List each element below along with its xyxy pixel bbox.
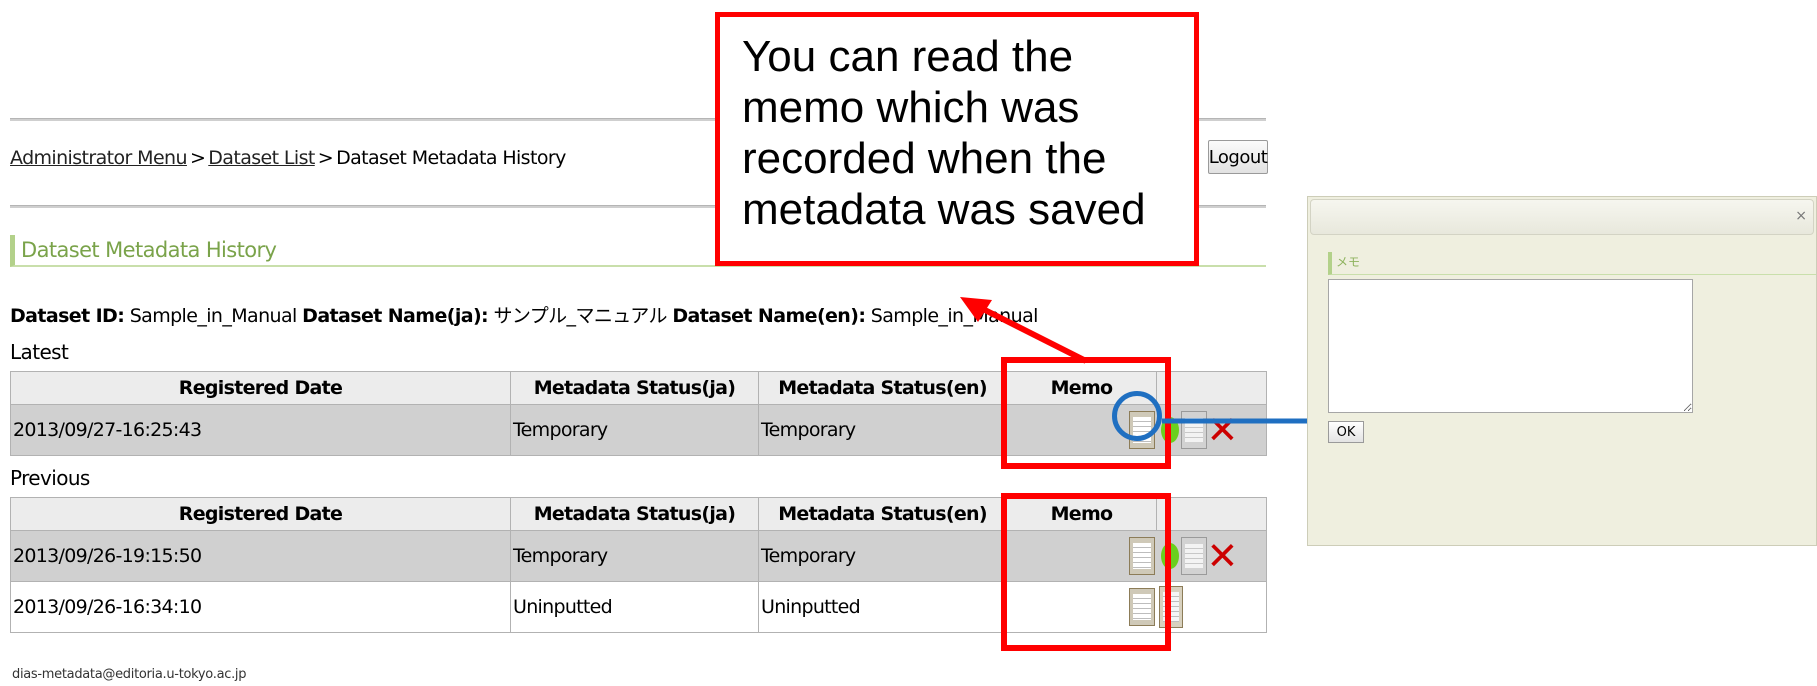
ok-button[interactable]: OK: [1328, 421, 1364, 443]
callout-line: memo which was: [742, 83, 1080, 132]
callout-box: You can read the memo which was recorded…: [715, 12, 1199, 266]
close-icon[interactable]: ×: [1795, 208, 1807, 224]
memo-dialog: × メモ OK: [1307, 196, 1817, 546]
callout-line: metadata was saved: [742, 185, 1146, 234]
dialog-memo-label: メモ: [1328, 252, 1816, 275]
callout-line: You can read the: [742, 32, 1074, 81]
memo-textarea[interactable]: [1328, 279, 1693, 413]
red-arrow: [960, 297, 1088, 364]
dialog-titlebar[interactable]: ×: [1310, 199, 1814, 235]
callout-line: recorded when the: [742, 134, 1107, 183]
